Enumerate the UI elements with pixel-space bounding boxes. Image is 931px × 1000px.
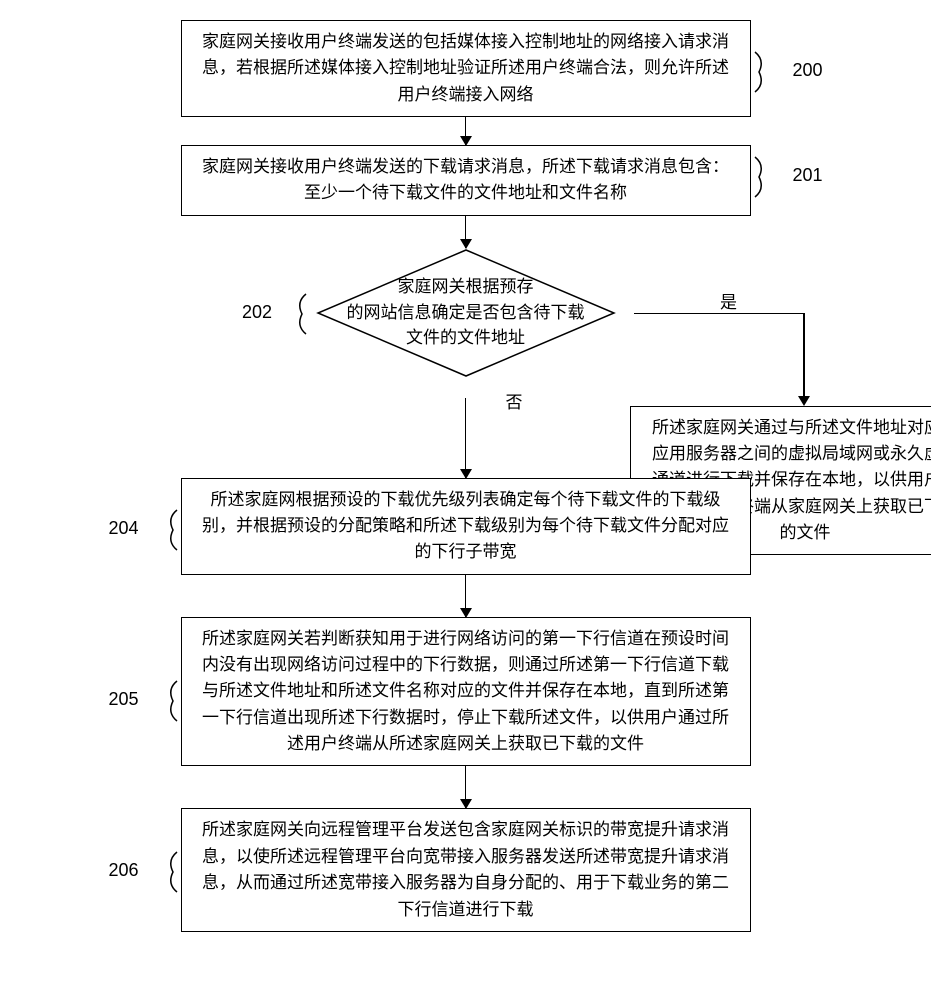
- step-201-box: 家庭网关接收用户终端发送的下载请求消息，所述下载请求消息包含：至少一个待下载文件…: [181, 145, 751, 216]
- step-205-box: 所述家庭网关若判断获知用于进行网络访问的第一下行信道在预设时间内没有出现网络访问…: [181, 617, 751, 767]
- step-201-label: 201: [792, 165, 822, 186]
- brace-icon: [753, 155, 781, 199]
- arrowhead-icon: [798, 396, 810, 406]
- decision-row: 家庭网关根据预存 的网站信息确定是否包含待下载 文件的文件地址 202 是 否: [20, 248, 911, 398]
- decision-line: 家庭网关根据预存: [398, 274, 534, 300]
- decision-line: 文件的文件地址: [406, 325, 525, 351]
- decision-line: 的网站信息确定是否包含待下载: [347, 300, 585, 326]
- step-206-text: 所述家庭网关向远程管理平台发送包含家庭网关标识的带宽提升请求消息，以使所述远程管…: [202, 820, 729, 918]
- step-200-box: 家庭网关接收用户终端发送的包括媒体接入控制地址的网络接入请求消息，若根据所述媒体…: [181, 20, 751, 117]
- step-201-block: 家庭网关接收用户终端发送的下载请求消息，所述下载请求消息包含：至少一个待下载文件…: [181, 145, 751, 216]
- step-200-label: 200: [792, 60, 822, 81]
- yes-branch-hline: [634, 313, 804, 315]
- arrow-down-icon: [465, 398, 467, 478]
- step-205-block: 所述家庭网关若判断获知用于进行网络访问的第一下行信道在预设时间内没有出现网络访问…: [181, 617, 751, 767]
- step-204-box: 所述家庭网根据预设的下载优先级列表确定每个待下载文件的下载级别，并根据预设的分配…: [181, 478, 751, 575]
- brace-icon: [151, 508, 179, 552]
- step-202-diamond: 家庭网关根据预存 的网站信息确定是否包含待下载 文件的文件地址: [316, 248, 616, 378]
- flowchart: 家庭网关接收用户终端发送的包括媒体接入控制地址的网络接入请求消息，若根据所述媒体…: [20, 20, 911, 932]
- step-200-block: 家庭网关接收用户终端发送的包括媒体接入控制地址的网络接入请求消息，若根据所述媒体…: [181, 20, 751, 117]
- yes-label: 是: [720, 288, 737, 313]
- step-202-label: 202: [242, 302, 272, 323]
- step-205-label: 205: [109, 689, 139, 710]
- step-202-text: 家庭网关根据预存 的网站信息确定是否包含待下载 文件的文件地址: [316, 248, 616, 378]
- brace-icon: [151, 679, 179, 723]
- brace-icon: [280, 292, 308, 336]
- arrow-down-icon: [465, 117, 467, 145]
- step-200-text: 家庭网关接收用户终端发送的包括媒体接入控制地址的网络接入请求消息，若根据所述媒体…: [202, 32, 729, 104]
- step-204-label: 204: [109, 518, 139, 539]
- arrow-down-icon: [465, 766, 467, 808]
- no-label: 否: [506, 388, 523, 413]
- brace-icon: [151, 850, 179, 894]
- yes-branch-vline: [803, 313, 805, 398]
- step-206-block: 所述家庭网关向远程管理平台发送包含家庭网关标识的带宽提升请求消息，以使所述远程管…: [181, 808, 751, 931]
- arrow-down-icon: [465, 216, 467, 248]
- step-206-box: 所述家庭网关向远程管理平台发送包含家庭网关标识的带宽提升请求消息，以使所述远程管…: [181, 808, 751, 931]
- arrow-down-icon: [465, 575, 467, 617]
- brace-icon: [753, 50, 781, 94]
- step-201-text: 家庭网关接收用户终端发送的下载请求消息，所述下载请求消息包含：至少一个待下载文件…: [202, 157, 729, 202]
- step-206-label: 206: [109, 860, 139, 881]
- step-204-block: 所述家庭网根据预设的下载优先级列表确定每个待下载文件的下载级别，并根据预设的分配…: [181, 478, 751, 575]
- step-204-text: 所述家庭网根据预设的下载优先级列表确定每个待下载文件的下载级别，并根据预设的分配…: [202, 490, 729, 562]
- step-205-text: 所述家庭网关若判断获知用于进行网络访问的第一下行信道在预设时间内没有出现网络访问…: [202, 629, 729, 753]
